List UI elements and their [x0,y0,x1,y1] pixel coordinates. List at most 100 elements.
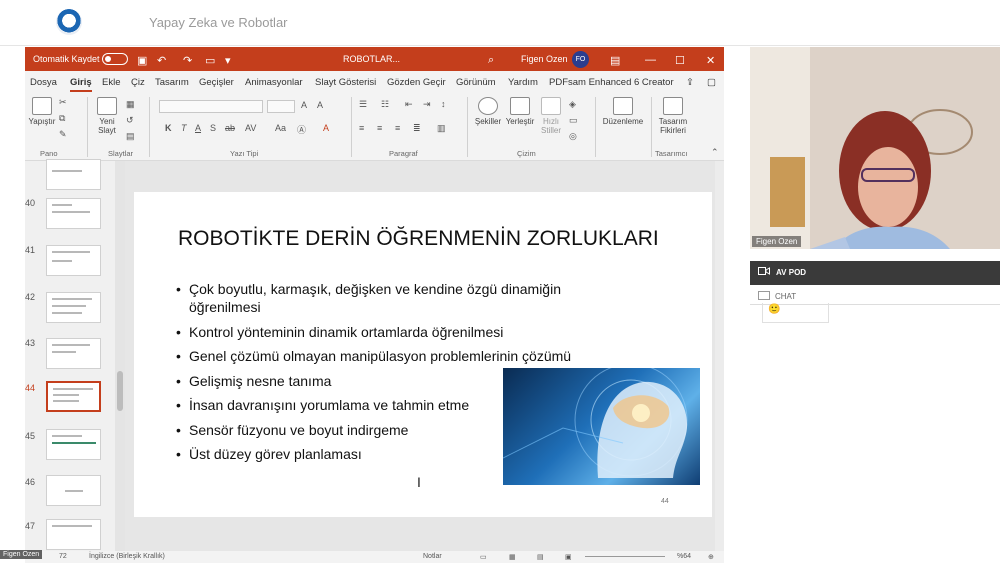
collapse-ribbon-icon[interactable]: ⌃ [711,147,719,158]
zoom-slider[interactable] [585,556,665,557]
shape-outline-icon[interactable]: ▭ [569,115,578,126]
tab-gorunum[interactable]: Görünüm [456,77,496,88]
share-icon[interactable]: ⇪ [686,77,694,88]
notes-button[interactable]: Notlar [423,553,442,560]
thumbnail-number: 40 [25,198,36,208]
layout-icon[interactable]: ▦ [126,99,135,110]
ribbon-separator [149,97,150,157]
shape-fill-icon[interactable]: ◈ [569,99,576,110]
user-avatar[interactable]: FO [572,51,589,68]
grow-font-icon[interactable]: A [301,100,307,110]
tab-ciz[interactable]: Çiz [131,77,145,88]
tab-gozden-gecir[interactable]: Gözden Geçir [387,77,446,88]
maximize-icon[interactable]: ☐ [675,54,685,67]
numbering-icon[interactable]: ☷ [381,99,389,110]
slide-thumbnail[interactable] [46,338,101,369]
tab-pdfsam[interactable]: PDFsam Enhanced 6 Creator [549,77,674,88]
reset-icon[interactable]: ↺ [126,115,134,126]
editing-search-icon [613,97,633,115]
designer-button[interactable]: Tasarım Fikirleri [653,97,693,135]
editing-button[interactable]: Düzenleme [599,97,647,126]
undo-icon[interactable]: ↶ [157,54,166,67]
ai-head-image[interactable] [503,368,700,485]
strikethrough-button[interactable]: ab [225,123,235,133]
slide-thumbnail[interactable] [46,429,101,460]
slide-thumbnail[interactable] [46,475,101,506]
shapes-button[interactable]: Şekiller [473,97,503,126]
ribbon-separator [351,97,352,157]
redo-icon[interactable]: ↷ [183,54,192,67]
char-spacing-button[interactable]: AV [245,123,256,133]
slide-thumbnail-selected[interactable] [46,381,101,412]
font-name-dropdown[interactable] [159,100,263,113]
shrink-font-icon[interactable]: A [317,100,323,110]
bold-button[interactable]: K [165,123,172,133]
tab-ekle[interactable]: Ekle [102,77,120,88]
tab-yardim[interactable]: Yardım [508,77,538,88]
slide-thumbnail[interactable] [46,198,101,229]
font-size-dropdown[interactable] [267,100,295,113]
shape-effects-icon[interactable]: ◎ [569,131,577,142]
language-status[interactable]: İngilizce (Birleşik Krallık) [89,553,165,560]
tab-gecisler[interactable]: Geçişler [199,77,234,88]
quick-styles-button[interactable]: Hızlı Stiller [537,97,565,135]
underline-button[interactable]: A [195,123,201,133]
paste-button[interactable]: Yapıştır [27,97,57,126]
slide-sorter-icon[interactable]: ▦ [509,553,516,561]
align-right-icon[interactable]: ≡ [395,123,400,133]
tab-giris[interactable]: Giriş [70,77,92,92]
normal-view-icon[interactable]: ▭ [480,553,487,561]
slide-thumbnail[interactable] [46,159,101,190]
slide-scrollbar[interactable] [715,161,724,551]
section-icon[interactable]: ▤ [126,131,135,142]
close-icon[interactable]: ✕ [706,54,715,67]
comments-icon[interactable]: ▢ [707,77,716,88]
user-name[interactable]: Figen Ozen [521,54,568,64]
ribbon-display-icon[interactable]: ▤ [610,54,620,67]
slide-thumbnail[interactable] [46,245,101,276]
group-drawing: Çizim [517,149,536,158]
current-slide[interactable]: ROBOTİKTE DERİN ÖĞRENMENİN ZORLUKLARI Ço… [134,192,712,517]
copy-icon[interactable]: ⧉ [59,113,65,124]
slideshow-view-icon[interactable]: ▣ [565,553,572,561]
search-icon[interactable]: ⌕ [488,54,494,67]
bullets-icon[interactable]: ☰ [359,99,367,110]
shadow-button[interactable]: S [210,123,216,133]
chat-icon[interactable] [758,291,770,300]
paste-icon [32,97,52,115]
slide-thumbnail[interactable] [46,519,101,550]
fit-to-window-icon[interactable]: ⊕ [708,553,714,561]
cut-icon[interactable]: ✂ [59,97,67,108]
arrange-button[interactable]: Yerleştir [503,97,537,126]
customize-toolbar-icon[interactable]: ▾ [225,54,231,67]
line-spacing-icon[interactable]: ↕ [441,99,446,109]
italic-button[interactable]: T [181,123,187,133]
columns-icon[interactable]: ▥ [437,123,446,134]
camera-icon[interactable] [758,266,770,276]
format-painter-icon[interactable]: ✎ [59,129,67,140]
justify-icon[interactable]: ≣ [413,123,421,134]
thumbnail-scrollbar[interactable] [115,161,125,551]
tab-dosya[interactable]: Dosya [30,77,57,88]
align-center-icon[interactable]: ≡ [377,123,382,133]
increase-indent-icon[interactable]: ⇥ [423,99,431,110]
tab-animasyonlar[interactable]: Animasyonlar [245,77,303,88]
minimize-icon[interactable]: — [645,54,656,66]
font-color-icon[interactable]: A [323,123,329,133]
tab-slayt-gosterisi[interactable]: Slayt Gösterisi [315,77,376,88]
reading-view-icon[interactable]: ▤ [537,553,544,561]
arrange-icon [510,97,530,115]
clear-format-icon[interactable]: Ⓐ [297,123,306,136]
slideshow-icon[interactable]: ▭ [205,54,215,67]
slide-thumbnail[interactable] [46,292,101,323]
document-title[interactable]: ROBOTLAR... [343,54,400,64]
slide-title[interactable]: ROBOTİKTE DERİN ÖĞRENMENİN ZORLUKLARI [178,227,659,251]
autosave-toggle[interactable] [102,53,128,65]
save-icon[interactable]: ▣ [137,54,147,67]
tab-tasarim[interactable]: Tasarım [155,77,189,88]
zoom-level[interactable]: %64 [677,553,691,560]
align-left-icon[interactable]: ≡ [359,123,364,133]
decrease-indent-icon[interactable]: ⇤ [405,99,413,110]
change-case-icon[interactable]: Aa [275,123,286,133]
new-slide-button[interactable]: Yeni Slayt [91,97,123,135]
